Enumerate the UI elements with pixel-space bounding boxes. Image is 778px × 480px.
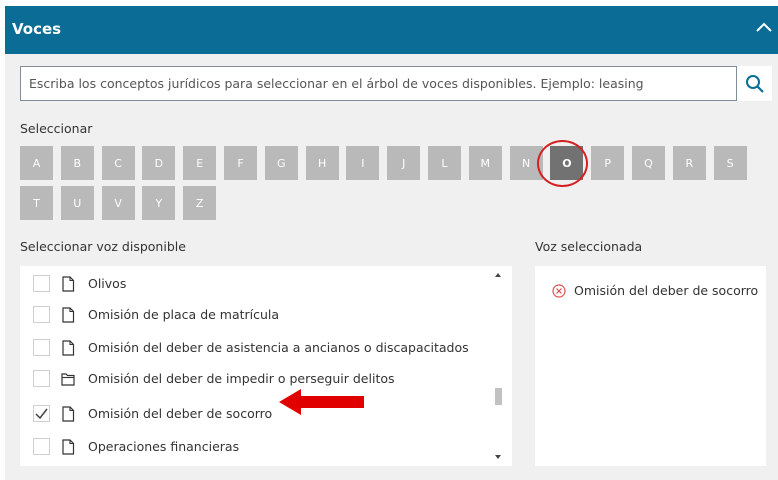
letter-v-button[interactable]: V <box>101 186 135 220</box>
scroll-up-icon[interactable] <box>495 273 501 277</box>
letter-g-button[interactable]: G <box>264 146 298 180</box>
select-letter-label: Seleccionar <box>20 121 93 136</box>
available-label: Seleccionar voz disponible <box>20 239 186 254</box>
list-item-label: Omisión de placa de matrícula <box>88 307 280 322</box>
letter-b-button[interactable]: B <box>60 146 94 180</box>
list-item-label: Omisión del deber de socorro <box>88 406 273 421</box>
letter-t-button[interactable]: T <box>20 186 53 220</box>
document-icon <box>62 307 75 323</box>
folder-icon <box>61 373 75 386</box>
letter-f-button[interactable]: F <box>224 146 257 180</box>
checkbox[interactable] <box>33 438 50 455</box>
letter-j-button[interactable]: J <box>387 146 421 180</box>
selected-item: Omisión del deber de socorro <box>552 283 758 298</box>
letter-y-button[interactable]: Y <box>142 186 176 220</box>
letter-u-button[interactable]: U <box>60 186 94 220</box>
letter-l-button[interactable]: L <box>428 146 461 180</box>
red-arrow-left-icon <box>279 389 364 415</box>
list-item[interactable]: Omisión del deber de impedir o perseguir… <box>20 368 490 390</box>
document-icon <box>62 439 75 455</box>
letter-z-button[interactable]: Z <box>183 186 217 220</box>
letter-h-button[interactable]: H <box>305 146 339 180</box>
panel-header[interactable]: Voces <box>5 6 778 54</box>
document-icon <box>62 406 75 422</box>
list-item[interactable]: Omisión del deber de asistencia a ancian… <box>20 337 490 359</box>
scroll-thumb[interactable] <box>495 388 502 405</box>
checkbox[interactable] <box>33 306 50 323</box>
search-button[interactable] <box>736 66 772 101</box>
list-item[interactable]: Olivos <box>20 273 490 295</box>
letter-e-button[interactable]: E <box>183 146 217 180</box>
selected-list: Omisión del deber de socorro <box>535 266 766 466</box>
highlight-circle <box>537 140 588 187</box>
selected-item-label: Omisión del deber de socorro <box>574 283 759 298</box>
checkbox[interactable] <box>33 370 50 387</box>
checkbox[interactable] <box>33 339 50 356</box>
letter-i-button[interactable]: I <box>346 146 380 180</box>
letter-c-button[interactable]: C <box>101 146 135 180</box>
available-list[interactable]: Olivos Omisión de placa de matrícula Omisi… <box>20 266 512 466</box>
check-icon <box>35 408 48 420</box>
list-item[interactable]: Omisión de placa de matrícula <box>20 304 490 326</box>
list-item[interactable]: Omisión del deber de socorro <box>20 403 490 425</box>
panel-title: Voces <box>12 20 62 38</box>
search-input[interactable] <box>21 67 734 100</box>
list-item-label: Omisión del deber de asistencia a ancian… <box>88 340 469 355</box>
checkbox-checked[interactable] <box>33 405 50 422</box>
letter-d-button[interactable]: D <box>142 146 176 180</box>
list-item-label: Omisión del deber de impedir o perseguir… <box>88 371 395 386</box>
letter-s-button[interactable]: S <box>713 146 747 180</box>
list-item-label: Operaciones financieras <box>88 439 240 454</box>
search-bar <box>20 66 772 101</box>
selected-label: Voz seleccionada <box>535 239 643 254</box>
list-scrollbar[interactable] <box>490 266 507 466</box>
letter-q-button[interactable]: Q <box>632 146 665 180</box>
chevron-up-icon[interactable] <box>753 16 775 38</box>
scroll-down-icon[interactable] <box>495 455 501 459</box>
document-icon <box>62 276 75 292</box>
search-icon <box>745 74 764 93</box>
list-item[interactable]: Operaciones financieras <box>20 436 490 458</box>
list-item-label: Olivos <box>88 276 127 291</box>
remove-circle-icon[interactable] <box>552 283 566 298</box>
checkbox[interactable] <box>33 275 50 292</box>
letter-m-button[interactable]: M <box>468 146 502 180</box>
document-icon <box>62 340 75 356</box>
letter-a-button[interactable]: A <box>20 146 53 180</box>
letter-p-button[interactable]: P <box>591 146 625 180</box>
letter-r-button[interactable]: R <box>672 146 706 180</box>
